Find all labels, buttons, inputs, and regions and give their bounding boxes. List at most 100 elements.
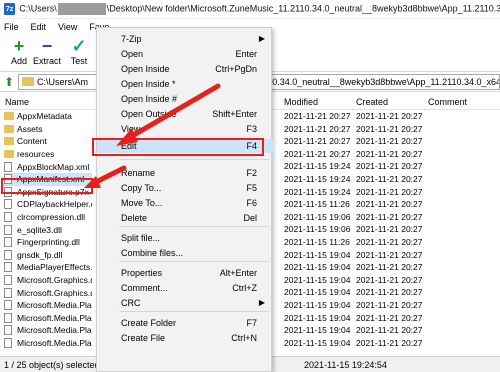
menu-view[interactable]: View [58, 22, 77, 32]
file-name: AppxManifest.xml [17, 174, 85, 185]
file-created: 2021-11-21 20:27 [356, 337, 423, 348]
menu-item-shortcut: F6 [246, 198, 257, 208]
menu-item-open-inside[interactable]: Open Inside # [97, 92, 273, 106]
file-created: 2021-11-21 20:27 [356, 325, 423, 336]
menu-item-7-zip[interactable]: 7-Zip ▶ [97, 32, 273, 46]
file-name: Microsoft.Media.Pla [17, 325, 92, 336]
file-name-cell: gnsdk_fp.dll [4, 249, 92, 262]
file-name-cell: CDPlaybackHelper.dll [4, 198, 92, 211]
menu-item-open-inside[interactable]: Open Inside * [97, 77, 273, 91]
file-created: 2021-11-21 20:27 [356, 148, 423, 159]
title-bar: 7z C:\Users\ \Desktop\New folder\Microsof… [0, 0, 500, 19]
menu-item-label: Delete [121, 213, 148, 223]
file-modified: 2021-11-15 19:04 [284, 337, 351, 348]
column-modified[interactable]: Modified [284, 97, 318, 107]
file-icon [4, 262, 12, 273]
file-name: Assets [17, 123, 43, 134]
file-created: 2021-11-21 20:27 [356, 224, 423, 235]
file-modified: 2021-11-15 19:04 [284, 249, 351, 260]
file-name: AppxSignature.p7x [17, 186, 89, 197]
file-name-cell: Fingerprinting.dll [4, 236, 92, 249]
file-modified: 2021-11-21 20:27 [284, 136, 351, 147]
up-folder-icon[interactable]: ⬆ [0, 75, 18, 89]
file-icon [4, 275, 12, 286]
file-name: resources [17, 149, 55, 160]
file-modified: 2021-11-15 19:24 [284, 186, 351, 197]
file-modified: 2021-11-15 19:24 [284, 174, 351, 184]
file-name-cell: resources [4, 148, 92, 161]
file-modified: 2021-11-15 19:06 [284, 211, 351, 222]
title-prefix: C:\Users\ [19, 3, 57, 14]
selection-count: 1 / 25 object(s) selected [4, 360, 100, 370]
menu-item-label: 7-Zip [121, 34, 142, 44]
file-icon [4, 186, 12, 197]
menu-separator [119, 159, 269, 160]
redacted-username [57, 3, 106, 15]
menu-item-label: Edit [121, 141, 137, 151]
file-created: 2021-11-21 20:27 [356, 262, 423, 273]
menu-item-shortcut: F7 [246, 318, 257, 328]
file-modified: 2021-11-15 19:04 [284, 312, 351, 323]
menu-item-open-inside[interactable]: Open Inside Ctrl+PgDn [97, 62, 273, 76]
menu-item-shortcut: F3 [246, 124, 257, 134]
file-created: 2021-11-21 20:27 [356, 249, 423, 260]
menu-item-shortcut: Alt+Enter [219, 268, 257, 278]
file-name: Fingerprinting.dll [17, 237, 80, 248]
file-modified: 2021-11-21 20:27 [284, 123, 351, 134]
menu-item-comment[interactable]: Comment... Ctrl+Z [97, 281, 273, 295]
file-name: Microsoft.Graphics.dll [17, 275, 92, 286]
file-created: 2021-11-21 20:27 [356, 186, 423, 197]
submenu-arrow-icon: ▶ [258, 298, 265, 307]
file-created: 2021-11-21 20:27 [356, 199, 423, 210]
menu-item-properties[interactable]: Properties Alt+Enter [97, 266, 273, 280]
menu-item-shortcut: F2 [246, 168, 257, 178]
menu-item-split-file[interactable]: Split file... [97, 231, 273, 245]
file-name: Microsoft.Graphics.dll [17, 287, 92, 298]
menu-item-delete[interactable]: Delete Del [97, 211, 273, 225]
file-name: Microsoft.Media.Pla [17, 300, 92, 311]
file-created: 2021-11-21 20:27 [356, 111, 423, 121]
menu-item-open-outside[interactable]: Open Outside Shift+Enter [97, 107, 273, 121]
menu-item-label: Rename [121, 168, 156, 178]
file-created: 2021-11-21 20:27 [356, 136, 423, 147]
file-icon [4, 237, 12, 248]
menu-item-create-file[interactable]: Create File Ctrl+N [97, 331, 273, 345]
extract-label: Extract [32, 56, 61, 66]
file-name: clrcompression.dll [17, 212, 86, 223]
file-name: MediaPlayerEffects.dll [17, 262, 92, 273]
menu-item-combine-files[interactable]: Combine files... [97, 246, 273, 260]
menu-item-view[interactable]: View F3 [97, 122, 273, 136]
file-modified: 2021-11-15 19:04 [284, 300, 351, 310]
column-comment[interactable]: Comment [428, 97, 467, 107]
file-modified: 2021-11-21 20:27 [284, 111, 351, 121]
menu-file[interactable]: File [4, 22, 19, 32]
file-icon [4, 174, 12, 185]
menu-item-create-folder[interactable]: Create Folder F7 [97, 316, 273, 330]
menu-item-move-to[interactable]: Move To... F6 [97, 196, 273, 210]
menu-edit[interactable]: Edit [31, 22, 47, 32]
menu-item-rename[interactable]: Rename F2 [97, 166, 273, 180]
menu-item-crc[interactable]: CRC ▶ [97, 296, 273, 310]
menu-item-edit[interactable]: Edit F4 [97, 139, 273, 153]
file-created: 2021-11-21 20:27 [356, 287, 423, 298]
menu-item-label: Open Inside * [121, 79, 176, 89]
menu-item-open[interactable]: Open Enter [97, 47, 273, 61]
test-button[interactable]: ✓ Test [62, 36, 96, 66]
menu-item-label: Open Inside # [121, 94, 178, 104]
file-name-cell: Assets [4, 123, 92, 136]
column-name[interactable]: Name [5, 97, 29, 107]
menu-item-copy-to[interactable]: Copy To... F5 [97, 181, 273, 195]
extract-button[interactable]: − Extract [30, 36, 64, 66]
file-icon [4, 249, 12, 260]
menu-item-label: View [121, 124, 141, 134]
file-modified: 2021-11-15 19:04 [284, 325, 351, 336]
file-icon [4, 199, 12, 210]
menu-item-shortcut: Ctrl+Z [232, 283, 257, 293]
column-created[interactable]: Created [356, 97, 388, 107]
file-name-cell: Microsoft.Media.Pla [4, 312, 92, 325]
folder-icon [4, 137, 14, 146]
menu-item-shortcut: F4 [246, 141, 257, 151]
file-name-cell: AppxSignature.p7x [4, 186, 92, 199]
menu-item-shortcut: F5 [246, 183, 257, 193]
menu-item-label: Comment... [121, 283, 168, 293]
